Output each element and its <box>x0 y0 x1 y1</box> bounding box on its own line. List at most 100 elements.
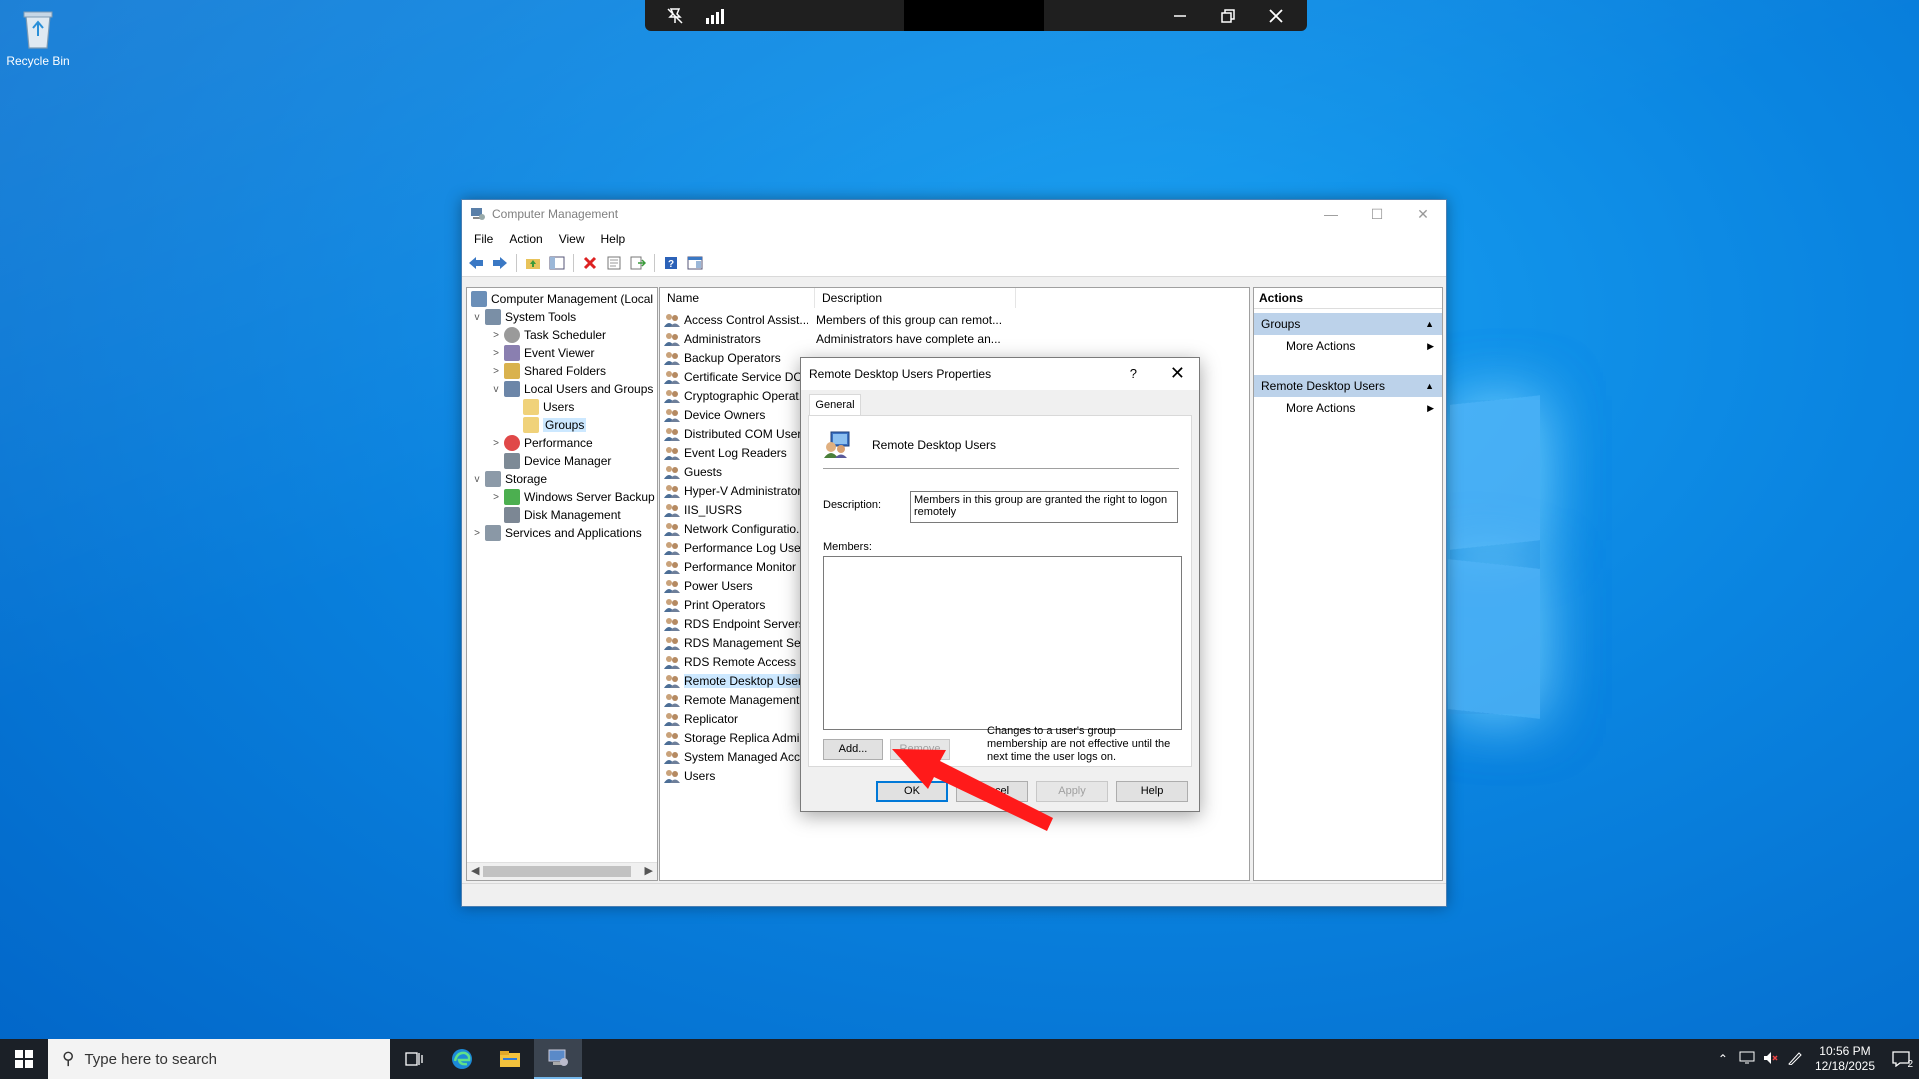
group-name: Power Users <box>684 578 753 593</box>
clock-date: 12/18/2025 <box>1814 1059 1875 1073</box>
storage-icon <box>485 471 501 487</box>
tree-item-task-scheduler[interactable]: > Task Scheduler <box>490 326 606 344</box>
delete-icon[interactable] <box>580 253 600 273</box>
column-description[interactable]: Description <box>815 288 1016 308</box>
connection-bars-icon[interactable] <box>697 0 733 31</box>
disk-icon <box>504 507 520 523</box>
help-button[interactable]: Help <box>1116 781 1188 802</box>
expand-icon[interactable]: > <box>490 492 502 503</box>
group-icon <box>664 635 680 651</box>
tree-item-shared-folders[interactable]: > Shared Folders <box>490 362 606 380</box>
tree-root[interactable]: Computer Management (Local <box>469 290 653 308</box>
tree-item-users[interactable]: Users <box>509 398 574 416</box>
back-icon[interactable] <box>466 253 486 273</box>
task-view-icon[interactable] <box>390 1039 438 1079</box>
dialog-titlebar[interactable]: Remote Desktop Users Properties ? ✕ <box>801 358 1199 390</box>
collapse-icon[interactable]: v <box>471 474 483 485</box>
description-field[interactable]: Members in this group are granted the ri… <box>910 491 1178 523</box>
notification-center-button[interactable]: 2 <box>1883 1039 1919 1079</box>
tree-item-windows-server-backup[interactable]: > Windows Server Backup <box>490 488 655 506</box>
event-viewer-icon <box>504 345 520 361</box>
members-list[interactable] <box>823 556 1182 730</box>
pen-icon[interactable] <box>1783 1051 1807 1068</box>
cancel-button[interactable]: Cancel <box>956 781 1028 802</box>
collapse-icon[interactable]: v <box>471 312 483 323</box>
scroll-left-icon[interactable]: ◀ <box>471 864 479 877</box>
actions-section-remote-desktop-users[interactable]: Remote Desktop Users ▲ <box>1254 375 1442 397</box>
expand-icon[interactable]: > <box>490 330 502 341</box>
minimize-button[interactable]: — <box>1308 200 1354 228</box>
export-icon[interactable] <box>628 253 648 273</box>
group-icon <box>664 388 680 404</box>
menu-action[interactable]: Action <box>501 232 550 246</box>
window-titlebar[interactable]: Computer Management — ☐ ✕ <box>462 200 1446 228</box>
start-button[interactable] <box>0 1039 48 1079</box>
tab-general[interactable]: General <box>809 394 861 416</box>
submenu-arrow-icon: ▶ <box>1427 341 1434 351</box>
folder-icon <box>523 399 539 415</box>
tree-horizontal-scrollbar[interactable]: ◀ ▶ <box>467 862 657 880</box>
more-actions-remote-desktop-users[interactable]: More Actions ▶ <box>1254 397 1442 419</box>
tree-item-local-users-groups[interactable]: v Local Users and Groups <box>490 380 653 398</box>
expand-icon[interactable]: > <box>471 528 483 539</box>
rdp-minimize-button[interactable] <box>1162 0 1198 31</box>
actions-section-groups[interactable]: Groups ▲ <box>1254 313 1442 335</box>
list-item[interactable]: Access Control Assist... Members of this … <box>664 310 1006 329</box>
apply-button[interactable]: Apply <box>1036 781 1108 802</box>
add-button[interactable]: Add... <box>823 739 883 760</box>
up-folder-icon[interactable] <box>523 253 543 273</box>
expand-icon[interactable]: > <box>490 348 502 359</box>
system-tray: ⌃ 10:56 PM 12/18/2025 2 <box>1711 1039 1919 1079</box>
expand-icon[interactable]: > <box>490 438 502 449</box>
help-icon[interactable]: ? <box>661 253 681 273</box>
collapse-up-icon[interactable]: ▲ <box>1425 313 1434 335</box>
ok-button[interactable]: OK <box>876 781 948 802</box>
tree-item-groups[interactable]: Groups <box>509 416 587 434</box>
console-view-icon[interactable] <box>685 253 705 273</box>
more-actions-groups[interactable]: More Actions ▶ <box>1254 335 1442 357</box>
network-icon[interactable] <box>1735 1051 1759 1068</box>
group-name: Performance Log Users <box>684 540 808 555</box>
recycle-bin[interactable]: Recycle Bin <box>4 6 72 68</box>
show-hidden-icons-chevron[interactable]: ⌃ <box>1711 1052 1735 1066</box>
collapse-up-icon[interactable]: ▲ <box>1425 375 1434 397</box>
file-explorer-icon[interactable] <box>486 1039 534 1079</box>
expand-icon[interactable]: > <box>490 366 502 377</box>
edge-icon[interactable] <box>438 1039 486 1079</box>
close-button[interactable]: ✕ <box>1400 200 1446 228</box>
volume-muted-icon[interactable] <box>1759 1051 1783 1068</box>
taskbar: ⚲ Type here to search ⌃ 10:56 PM 12/18/2… <box>0 1039 1919 1079</box>
actions-pane: Actions Groups ▲ More Actions ▶ Remote D… <box>1253 287 1443 881</box>
rdp-restore-button[interactable] <box>1210 0 1246 31</box>
notification-count: 2 <box>1907 1059 1913 1070</box>
group-name: Replicator <box>684 711 739 726</box>
tree-item-services-applications[interactable]: > Services and Applications <box>471 524 642 542</box>
tree-item-disk-management[interactable]: Disk Management <box>490 506 621 524</box>
maximize-button[interactable]: ☐ <box>1354 200 1400 228</box>
list-item[interactable]: Administrators Administrators have comple… <box>664 329 1006 348</box>
tree-item-device-manager[interactable]: Device Manager <box>490 452 611 470</box>
tree-item-performance[interactable]: > Performance <box>490 434 593 452</box>
menu-view[interactable]: View <box>551 232 593 246</box>
tree-item-event-viewer[interactable]: > Event Viewer <box>490 344 594 362</box>
menu-file[interactable]: File <box>466 232 501 246</box>
unpin-icon[interactable] <box>657 0 693 31</box>
tree-item-system-tools[interactable]: v System Tools <box>471 308 576 326</box>
remove-button[interactable]: Remove <box>890 739 950 760</box>
tree-item-storage[interactable]: v Storage <box>471 470 547 488</box>
scroll-right-icon[interactable]: ▶ <box>645 864 653 877</box>
menu-help[interactable]: Help <box>593 232 634 246</box>
collapse-icon[interactable]: v <box>490 384 502 395</box>
scroll-thumb[interactable] <box>483 866 631 877</box>
console-tree: Computer Management (Local v System Tool… <box>466 287 658 881</box>
taskbar-search[interactable]: ⚲ Type here to search <box>48 1039 390 1079</box>
dialog-close-button[interactable]: ✕ <box>1170 363 1185 384</box>
rdp-close-button[interactable] <box>1258 0 1294 31</box>
dialog-help-button[interactable]: ? <box>1130 366 1137 381</box>
show-hide-tree-icon[interactable] <box>547 253 567 273</box>
column-name[interactable]: Name <box>660 288 815 308</box>
forward-icon[interactable] <box>490 253 510 273</box>
clock[interactable]: 10:56 PM 12/18/2025 <box>1815 1044 1875 1074</box>
computer-management-taskbar-icon[interactable] <box>534 1039 582 1079</box>
properties-icon[interactable] <box>604 253 624 273</box>
